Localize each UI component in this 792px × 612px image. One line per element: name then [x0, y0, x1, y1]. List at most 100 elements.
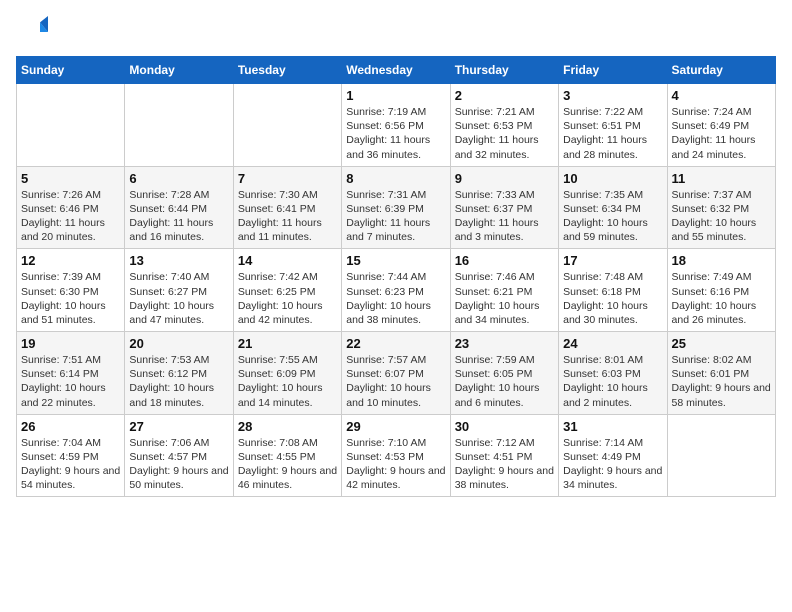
calendar-cell: 8 Sunrise: 7:31 AM Sunset: 6:39 PM Daylig…: [342, 166, 450, 249]
calendar-table: SundayMondayTuesdayWednesdayThursdayFrid…: [16, 56, 776, 497]
calendar-cell: 6 Sunrise: 7:28 AM Sunset: 6:44 PM Daylig…: [125, 166, 233, 249]
calendar-cell: 12 Sunrise: 7:39 AM Sunset: 6:30 PM Dayli…: [17, 249, 125, 332]
day-number: 27: [129, 419, 228, 434]
day-info: Sunrise: 8:01 AM Sunset: 6:03 PM Dayligh…: [563, 353, 662, 410]
day-info: Sunrise: 7:33 AM Sunset: 6:37 PM Dayligh…: [455, 188, 554, 245]
day-number: 29: [346, 419, 445, 434]
day-info: Sunrise: 7:48 AM Sunset: 6:18 PM Dayligh…: [563, 270, 662, 327]
day-info: Sunrise: 7:19 AM Sunset: 6:56 PM Dayligh…: [346, 105, 445, 162]
day-number: 12: [21, 253, 120, 268]
calendar-cell: 28 Sunrise: 7:08 AM Sunset: 4:55 PM Dayli…: [233, 414, 341, 497]
day-info: Sunrise: 7:42 AM Sunset: 6:25 PM Dayligh…: [238, 270, 337, 327]
calendar-cell: 7 Sunrise: 7:30 AM Sunset: 6:41 PM Daylig…: [233, 166, 341, 249]
day-number: 28: [238, 419, 337, 434]
day-info: Sunrise: 7:30 AM Sunset: 6:41 PM Dayligh…: [238, 188, 337, 245]
day-number: 10: [563, 171, 662, 186]
day-number: 6: [129, 171, 228, 186]
day-info: Sunrise: 7:14 AM Sunset: 4:49 PM Dayligh…: [563, 436, 662, 493]
calendar-cell: 16Sunrise: 7:46 AM Sunset: 6:21 PM Dayli…: [450, 249, 558, 332]
day-info: Sunrise: 7:26 AM Sunset: 6:46 PM Dayligh…: [21, 188, 120, 245]
day-info: Sunrise: 7:49 AM Sunset: 6:16 PM Dayligh…: [672, 270, 771, 327]
day-info: Sunrise: 7:24 AM Sunset: 6:49 PM Dayligh…: [672, 105, 771, 162]
day-number: 13: [129, 253, 228, 268]
calendar-cell: 17 Sunrise: 7:48 AM Sunset: 6:18 PM Dayli…: [559, 249, 667, 332]
day-info: Sunrise: 7:55 AM Sunset: 6:09 PM Dayligh…: [238, 353, 337, 410]
day-number: 14: [238, 253, 337, 268]
day-info: Sunrise: 7:21 AM Sunset: 6:53 PM Dayligh…: [455, 105, 554, 162]
day-info: Sunrise: 7:31 AM Sunset: 6:39 PM Dayligh…: [346, 188, 445, 245]
calendar-cell: 18 Sunrise: 7:49 AM Sunset: 6:16 PM Dayli…: [667, 249, 775, 332]
calendar-cell: 20 Sunrise: 7:53 AM Sunset: 6:12 PM Dayli…: [125, 332, 233, 415]
calendar-day-header: Tuesday: [233, 57, 341, 84]
calendar-cell: 1 Sunrise: 7:19 AM Sunset: 6:56 PM Daylig…: [342, 84, 450, 167]
day-number: 23: [455, 336, 554, 351]
day-info: Sunrise: 7:37 AM Sunset: 6:32 PM Dayligh…: [672, 188, 771, 245]
calendar-cell: 29 Sunrise: 7:10 AM Sunset: 4:53 PM Dayli…: [342, 414, 450, 497]
day-number: 9: [455, 171, 554, 186]
day-info: Sunrise: 7:57 AM Sunset: 6:07 PM Dayligh…: [346, 353, 445, 410]
day-info: Sunrise: 7:35 AM Sunset: 6:34 PM Dayligh…: [563, 188, 662, 245]
calendar-cell: 10 Sunrise: 7:35 AM Sunset: 6:34 PM Dayli…: [559, 166, 667, 249]
day-number: 17: [563, 253, 662, 268]
day-info: Sunrise: 7:12 AM Sunset: 4:51 PM Dayligh…: [455, 436, 554, 493]
day-info: Sunrise: 7:40 AM Sunset: 6:27 PM Dayligh…: [129, 270, 228, 327]
calendar-cell: 27Sunrise: 7:06 AM Sunset: 4:57 PM Dayli…: [125, 414, 233, 497]
page-header: [16, 16, 776, 48]
calendar-day-header: Sunday: [17, 57, 125, 84]
day-number: 4: [672, 88, 771, 103]
calendar-cell: 26 Sunrise: 7:04 AM Sunset: 4:59 PM Dayli…: [17, 414, 125, 497]
calendar-day-header: Saturday: [667, 57, 775, 84]
calendar-cell: 22 Sunrise: 7:57 AM Sunset: 6:07 PM Dayli…: [342, 332, 450, 415]
calendar-cell: 13 Sunrise: 7:40 AM Sunset: 6:27 PM Dayli…: [125, 249, 233, 332]
calendar-cell: 4 Sunrise: 7:24 AM Sunset: 6:49 PM Daylig…: [667, 84, 775, 167]
calendar-cell: 15 Sunrise: 7:44 AM Sunset: 6:23 PM Dayli…: [342, 249, 450, 332]
calendar-week-row: 5Sunrise: 7:26 AM Sunset: 6:46 PM Daylig…: [17, 166, 776, 249]
day-number: 24: [563, 336, 662, 351]
day-info: Sunrise: 7:08 AM Sunset: 4:55 PM Dayligh…: [238, 436, 337, 493]
day-number: 2: [455, 88, 554, 103]
calendar-cell: [233, 84, 341, 167]
calendar-day-header: Wednesday: [342, 57, 450, 84]
day-info: Sunrise: 7:53 AM Sunset: 6:12 PM Dayligh…: [129, 353, 228, 410]
day-number: 26: [21, 419, 120, 434]
calendar-week-row: 26 Sunrise: 7:04 AM Sunset: 4:59 PM Dayli…: [17, 414, 776, 497]
day-number: 20: [129, 336, 228, 351]
day-number: 30: [455, 419, 554, 434]
day-info: Sunrise: 7:51 AM Sunset: 6:14 PM Dayligh…: [21, 353, 120, 410]
day-number: 15: [346, 253, 445, 268]
day-number: 3: [563, 88, 662, 103]
calendar-week-row: 1 Sunrise: 7:19 AM Sunset: 6:56 PM Daylig…: [17, 84, 776, 167]
day-number: 16: [455, 253, 554, 268]
calendar-cell: 5Sunrise: 7:26 AM Sunset: 6:46 PM Daylig…: [17, 166, 125, 249]
day-number: 8: [346, 171, 445, 186]
calendar-cell: 23 Sunrise: 7:59 AM Sunset: 6:05 PM Dayli…: [450, 332, 558, 415]
day-number: 1: [346, 88, 445, 103]
day-info: Sunrise: 7:10 AM Sunset: 4:53 PM Dayligh…: [346, 436, 445, 493]
day-number: 31: [563, 419, 662, 434]
calendar-header-row: SundayMondayTuesdayWednesdayThursdayFrid…: [17, 57, 776, 84]
day-number: 25: [672, 336, 771, 351]
day-info: Sunrise: 7:59 AM Sunset: 6:05 PM Dayligh…: [455, 353, 554, 410]
day-number: 22: [346, 336, 445, 351]
calendar-cell: 2 Sunrise: 7:21 AM Sunset: 6:53 PM Daylig…: [450, 84, 558, 167]
day-info: Sunrise: 7:28 AM Sunset: 6:44 PM Dayligh…: [129, 188, 228, 245]
calendar-cell: 24 Sunrise: 8:01 AM Sunset: 6:03 PM Dayli…: [559, 332, 667, 415]
logo: [16, 16, 52, 48]
day-info: Sunrise: 7:04 AM Sunset: 4:59 PM Dayligh…: [21, 436, 120, 493]
day-number: 19: [21, 336, 120, 351]
day-number: 7: [238, 171, 337, 186]
day-info: Sunrise: 8:02 AM Sunset: 6:01 PM Dayligh…: [672, 353, 771, 410]
day-info: Sunrise: 7:39 AM Sunset: 6:30 PM Dayligh…: [21, 270, 120, 327]
calendar-cell: [125, 84, 233, 167]
day-info: Sunrise: 7:44 AM Sunset: 6:23 PM Dayligh…: [346, 270, 445, 327]
calendar-day-header: Friday: [559, 57, 667, 84]
calendar-cell: 9 Sunrise: 7:33 AM Sunset: 6:37 PM Daylig…: [450, 166, 558, 249]
calendar-day-header: Monday: [125, 57, 233, 84]
calendar-cell: 19 Sunrise: 7:51 AM Sunset: 6:14 PM Dayli…: [17, 332, 125, 415]
calendar-cell: 14 Sunrise: 7:42 AM Sunset: 6:25 PM Dayli…: [233, 249, 341, 332]
day-number: 11: [672, 171, 771, 186]
logo-icon: [16, 16, 48, 48]
calendar-cell: 31 Sunrise: 7:14 AM Sunset: 4:49 PM Dayli…: [559, 414, 667, 497]
day-number: 18: [672, 253, 771, 268]
day-info: Sunrise: 7:22 AM Sunset: 6:51 PM Dayligh…: [563, 105, 662, 162]
